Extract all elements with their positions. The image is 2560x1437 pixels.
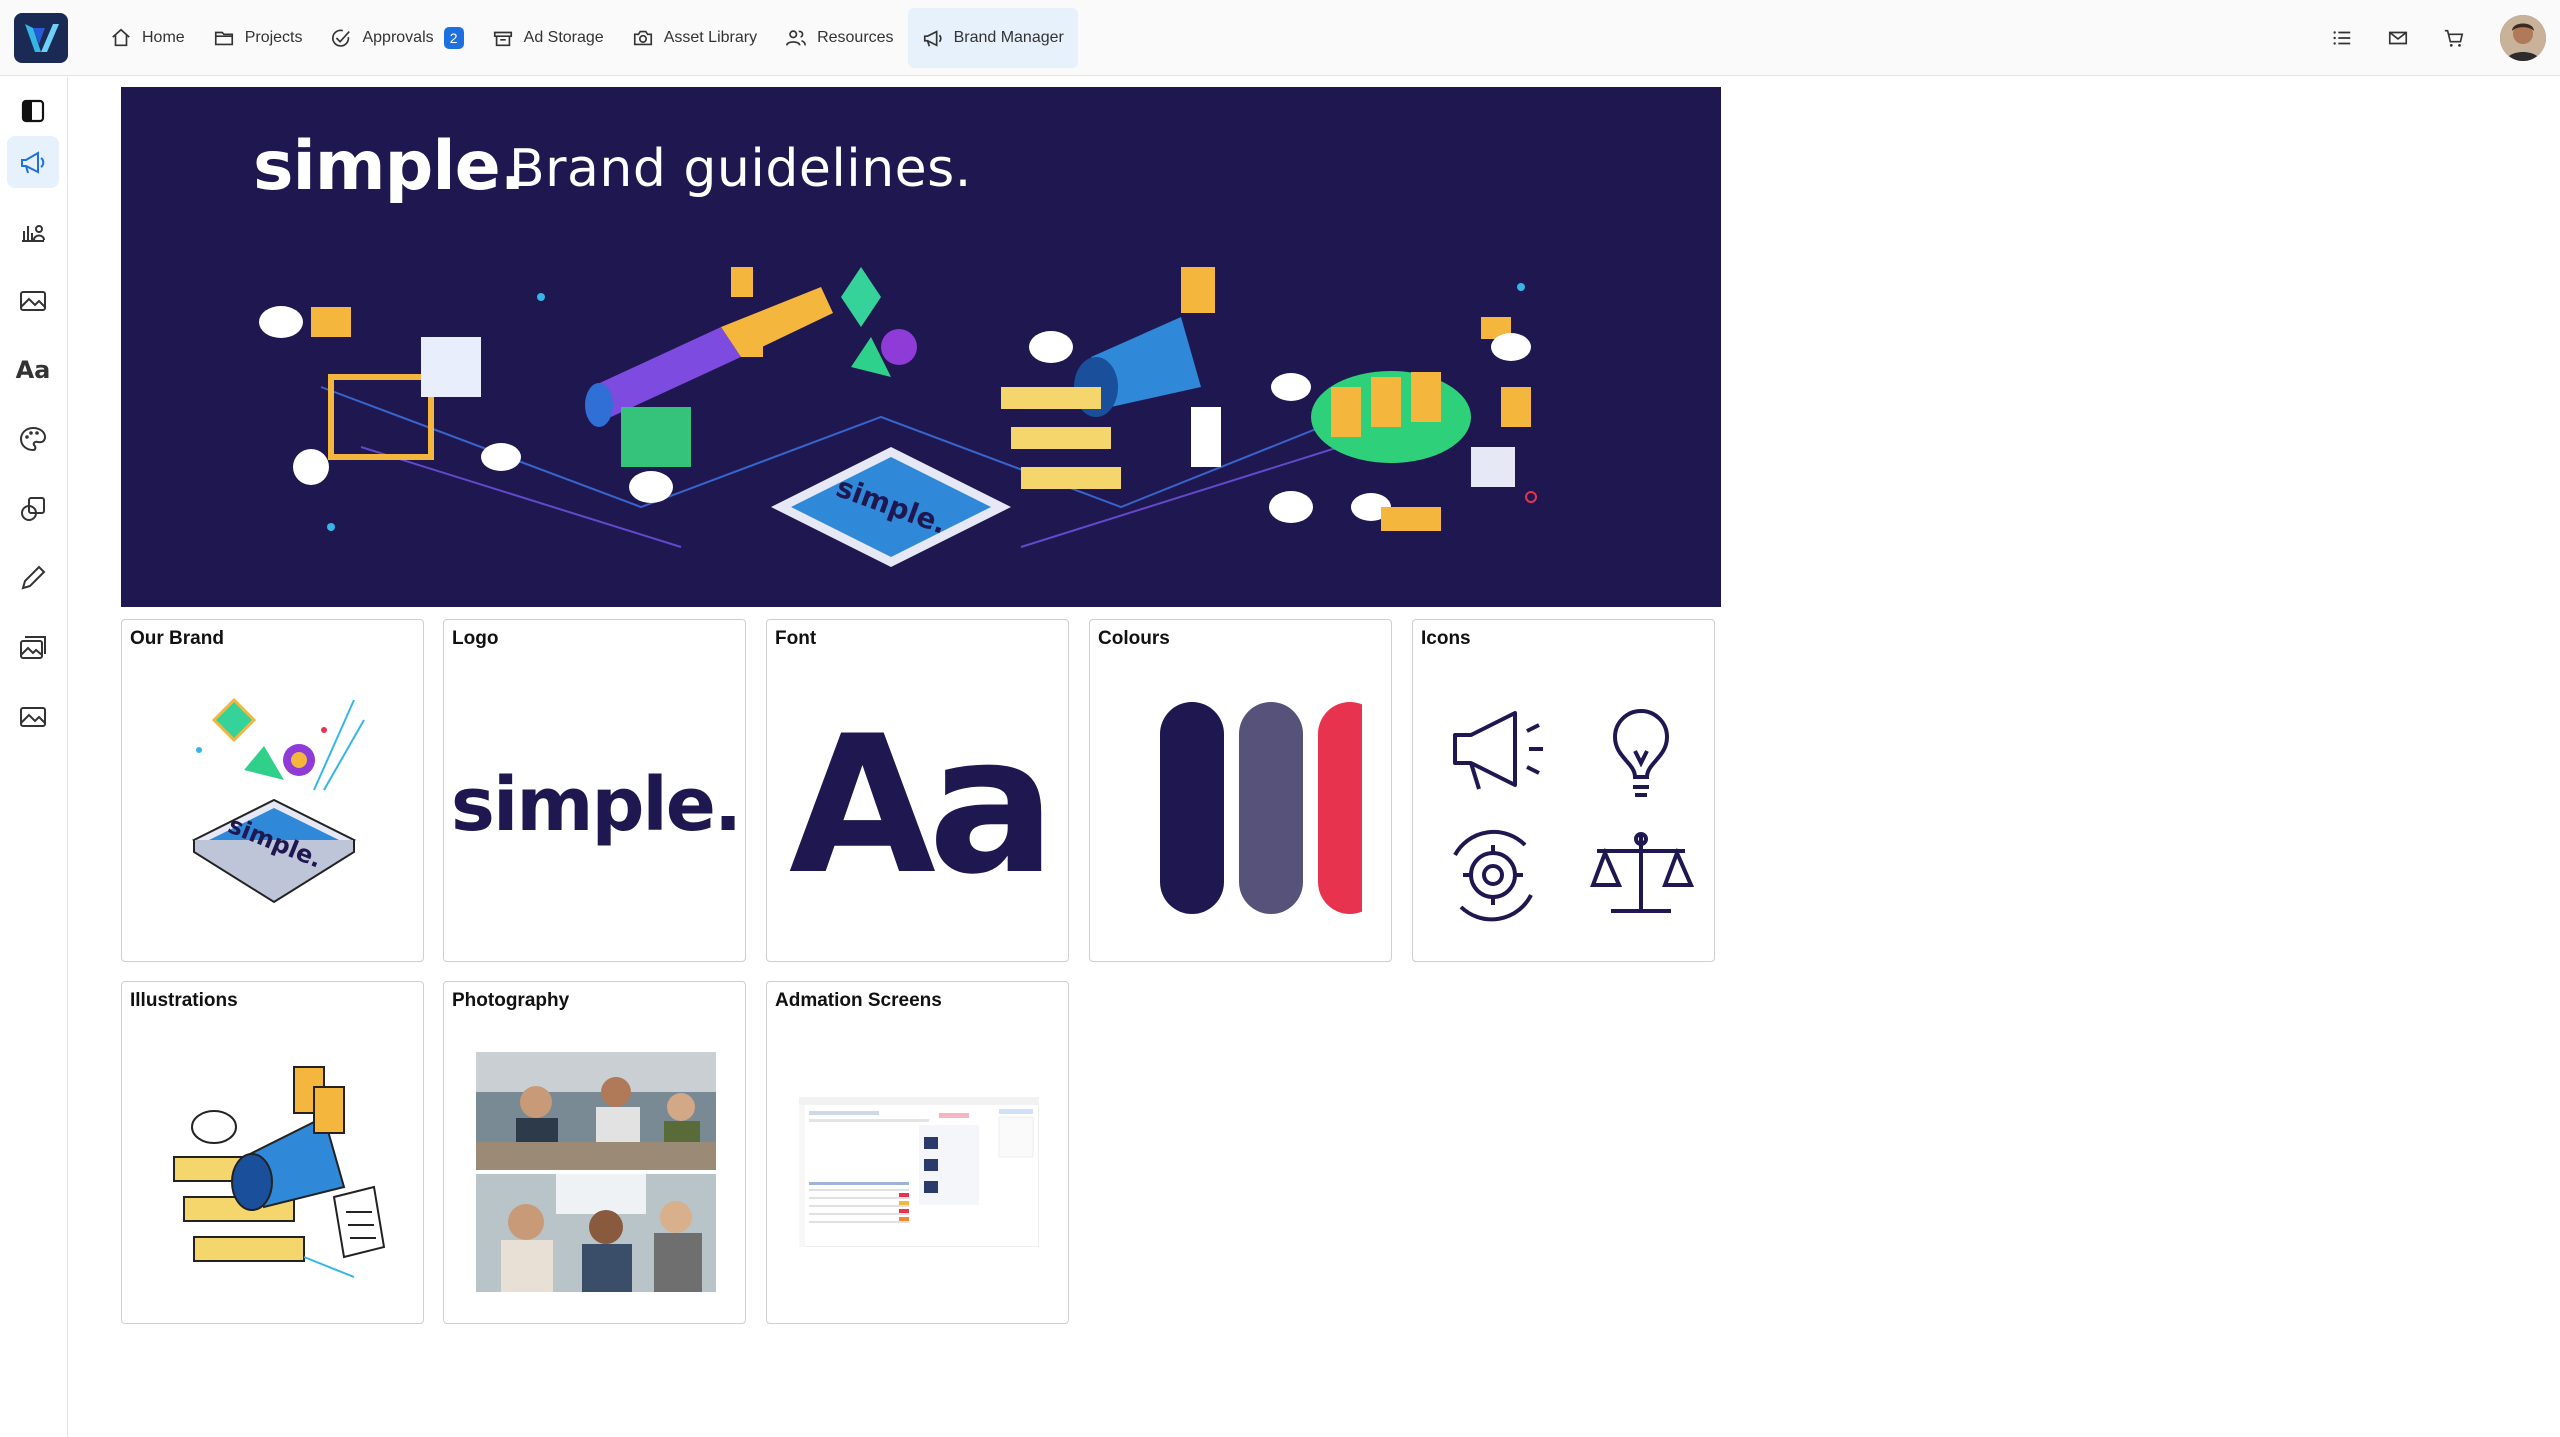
card-preview: simple. xyxy=(122,660,423,960)
nav-label: Home xyxy=(142,29,185,46)
logo-wordmark: simple. xyxy=(450,762,742,848)
card-title: Logo xyxy=(452,628,499,649)
card-title: Photography xyxy=(452,990,570,1011)
chart-people-icon xyxy=(22,225,45,242)
nav-projects[interactable]: Projects xyxy=(199,8,317,68)
card-icons[interactable]: Icons xyxy=(1412,619,1715,962)
nav-asset-library[interactable]: Asset Library xyxy=(618,8,771,68)
sidebar-item-photography[interactable] xyxy=(7,622,59,674)
nav-label: Approvals xyxy=(362,29,434,46)
card-colours[interactable]: Colours xyxy=(1089,619,1392,962)
image-icon xyxy=(20,291,46,311)
app-logo[interactable] xyxy=(14,13,68,63)
font-sample: Aa xyxy=(788,694,1056,916)
megaphone-icon xyxy=(21,151,45,174)
nav-approvals[interactable]: Approvals 2 xyxy=(316,8,477,68)
gear-cycle-icon xyxy=(1452,829,1533,922)
card-logo[interactable]: Logo simple. xyxy=(443,619,746,962)
card-title: Font xyxy=(775,628,817,649)
card-title: Our Brand xyxy=(130,628,224,649)
megaphone-icon xyxy=(1452,711,1543,790)
card-illustrations[interactable]: Illustrations xyxy=(121,981,424,1324)
sidebar-item-icons[interactable] xyxy=(7,483,59,535)
users-icon xyxy=(786,30,807,46)
card-title: Icons xyxy=(1421,628,1471,649)
top-right-actions xyxy=(2314,0,2560,76)
pen-icon xyxy=(21,565,46,590)
nav-label: Ad Storage xyxy=(523,29,604,46)
sidebar-item-images[interactable] xyxy=(7,275,59,327)
nav-brand-manager[interactable]: Brand Manager xyxy=(907,8,1078,68)
scales-icon xyxy=(1589,832,1694,913)
folder-icon xyxy=(214,31,233,46)
card-title: Illustrations xyxy=(130,990,238,1011)
sidebar-item-illustrations[interactable] xyxy=(7,552,59,604)
card-photography[interactable]: Photography xyxy=(443,981,746,1324)
nav-label: Resources xyxy=(817,29,894,46)
sidebar-item-audience[interactable] xyxy=(7,205,59,257)
photo-album-icon xyxy=(20,636,46,659)
card-preview xyxy=(1413,660,1714,960)
card-preview: Aa xyxy=(767,660,1068,960)
shapes-icon xyxy=(21,497,45,521)
card-preview xyxy=(122,1022,423,1322)
image-icon xyxy=(20,707,46,727)
cart-button[interactable] xyxy=(2426,10,2482,66)
main-nav: Home Projects Approvals 2 Ad Storage Ass… xyxy=(96,8,1078,68)
sidebar-item-colours[interactable] xyxy=(7,413,59,465)
logo-mark-icon xyxy=(25,24,59,52)
top-bar: Home Projects Approvals 2 Ad Storage Ass… xyxy=(0,0,2560,76)
user-photo-icon xyxy=(2500,15,2546,61)
lightbulb-icon xyxy=(1612,709,1669,797)
card-title: Admation Screens xyxy=(775,990,942,1011)
list-button[interactable] xyxy=(2314,10,2370,66)
card-preview: simple. xyxy=(444,660,745,960)
colour-swatches xyxy=(1159,702,1362,914)
nav-home[interactable]: Home xyxy=(96,8,199,68)
card-font[interactable]: Font Aa xyxy=(766,619,1069,962)
megaphone-illustration xyxy=(172,1066,385,1278)
camera-icon xyxy=(633,30,652,46)
nav-ad-storage[interactable]: Ad Storage xyxy=(478,8,618,68)
card-admation-screens[interactable]: Admation Screens xyxy=(766,981,1069,1324)
card-preview xyxy=(767,1022,1068,1322)
card-title: Colours xyxy=(1098,628,1170,649)
left-sidebar: Aa xyxy=(0,77,68,1437)
list-icon xyxy=(2333,31,2351,45)
icon-grid xyxy=(1452,709,1694,922)
sidebar-item-screens[interactable] xyxy=(7,691,59,743)
approvals-count-badge: 2 xyxy=(443,27,464,49)
sidebar-item-font[interactable]: Aa xyxy=(7,344,59,396)
brand-tablet-illustration: simple. xyxy=(191,697,365,904)
app-screenshot-thumbnail xyxy=(798,1097,1039,1247)
nav-label: Brand Manager xyxy=(953,29,1064,46)
sidebar-item-brand[interactable] xyxy=(7,136,59,188)
mail-button[interactable] xyxy=(2370,10,2426,66)
card-preview xyxy=(1090,660,1391,960)
team-photo-collage xyxy=(475,1052,716,1292)
font-icon: Aa xyxy=(15,356,51,384)
swatch-grey xyxy=(1238,702,1303,914)
megaphone-icon xyxy=(923,30,942,47)
check-circle-icon xyxy=(332,29,351,47)
swatch-navy xyxy=(1159,702,1224,914)
nav-label: Asset Library xyxy=(663,29,758,46)
nav-resources[interactable]: Resources xyxy=(771,8,907,68)
sidebar-toggle[interactable] xyxy=(7,85,59,137)
card-preview xyxy=(444,1022,745,1322)
home-icon xyxy=(112,28,130,47)
swatch-red xyxy=(1317,702,1362,914)
mail-icon xyxy=(2388,31,2408,45)
hero-illustration: simple. xyxy=(259,267,1537,567)
brand-hero-banner: simple. Brand guidelines. simple. xyxy=(121,87,1721,607)
nav-label: Projects xyxy=(244,29,303,46)
palette-icon xyxy=(19,426,47,452)
card-our-brand[interactable]: Our Brand simple. xyxy=(121,619,424,962)
cart-icon xyxy=(2444,29,2464,47)
archive-icon xyxy=(493,31,512,47)
sidebar-toggle-icon xyxy=(21,99,45,123)
avatar[interactable] xyxy=(2500,15,2546,61)
